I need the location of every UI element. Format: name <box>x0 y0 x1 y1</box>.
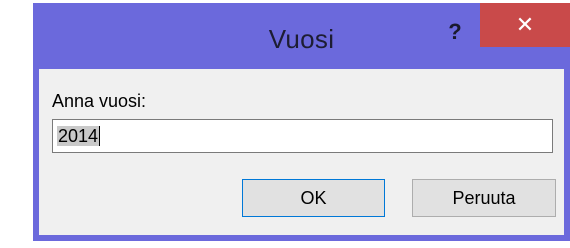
help-button[interactable]: ? <box>431 6 479 58</box>
title-bar[interactable]: Vuosi ? ✕ <box>33 3 570 69</box>
year-input-value: 2014 <box>57 126 100 146</box>
cancel-button[interactable]: Peruuta <box>412 179 556 217</box>
close-button[interactable]: ✕ <box>480 3 570 47</box>
year-input[interactable]: 2014 <box>52 119 553 153</box>
close-icon: ✕ <box>515 12 535 37</box>
text-caret <box>99 126 101 146</box>
ok-button[interactable]: OK <box>242 179 385 217</box>
screen: Vuosi ? ✕ Anna vuosi: 2014 OK Peruuta <box>0 0 570 248</box>
prompt-label: Anna vuosi: <box>52 91 147 111</box>
input-dialog: Vuosi ? ✕ Anna vuosi: 2014 OK Peruuta <box>33 3 570 241</box>
dialog-body: Anna vuosi: 2014 OK Peruuta <box>39 69 564 235</box>
